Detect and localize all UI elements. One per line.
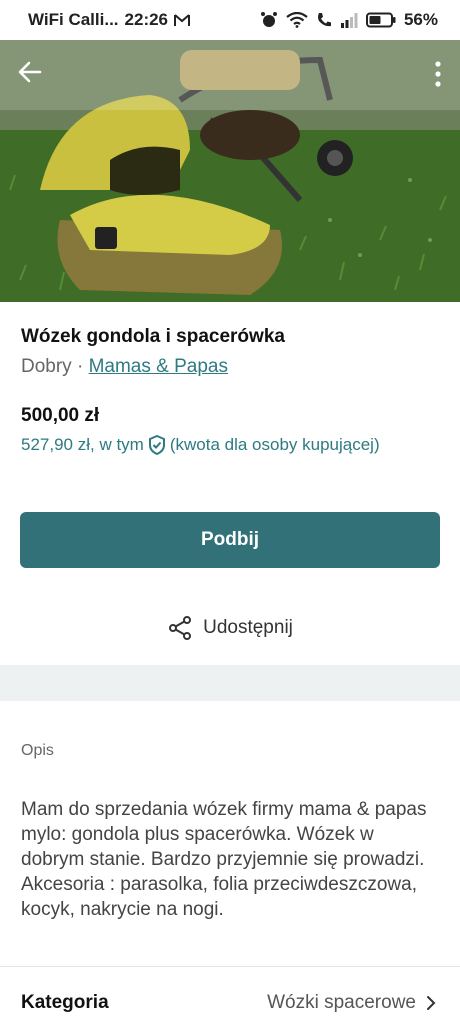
product-photo[interactable] [0, 40, 460, 302]
total-price-row[interactable]: 527,90 zł, w tym (kwota dla osoby kupują… [21, 435, 380, 455]
item-separator: · [76, 356, 84, 377]
shield-check-icon [148, 435, 165, 455]
battery-icon [365, 12, 396, 28]
more-vertical-icon[interactable] [434, 60, 442, 88]
total-price-note: (kwota dla osoby kupującej) [169, 435, 380, 454]
item-title: Wózek gondola i spacerówka [21, 326, 285, 347]
carrier-label: WiFi Calli... [28, 10, 119, 29]
item-price: 500,00 zł [21, 405, 100, 426]
status-bar-right: 56% [260, 10, 438, 30]
section-divider [0, 665, 460, 701]
category-value: Wózki spacerowe [267, 992, 416, 1013]
share-icon [169, 616, 192, 640]
back-arrow-icon[interactable] [16, 58, 44, 86]
item-subtitle: Dobry · Mamas & Papas [21, 356, 228, 378]
bump-button-label: Podbij [200, 529, 260, 550]
item-condition: Dobry [21, 356, 72, 377]
status-bar: WiFi Calli... 22:26 56% [0, 0, 460, 40]
category-label: Kategoria [21, 992, 109, 1013]
share-label: Udostępnij [203, 617, 293, 638]
category-row[interactable]: Wózki spacerowe [267, 992, 436, 1014]
wifi-icon [286, 12, 308, 28]
alarm-icon [260, 12, 277, 27]
battery-percent: 56% [403, 10, 438, 29]
gmail-icon [174, 13, 191, 26]
row-divider [0, 966, 460, 967]
share-button[interactable]: Udostępnij [0, 612, 460, 644]
status-bar-left: WiFi Calli... 22:26 [28, 10, 191, 30]
call-icon [317, 13, 331, 27]
signal-icon [340, 13, 358, 28]
photo-top-shade [0, 40, 460, 110]
description-text: Mam do sprzedania wózek firmy mama & pap… [21, 799, 427, 920]
chevron-right-icon [427, 996, 436, 1010]
description-label: Opis [21, 742, 54, 759]
total-price: 527,90 zł, w tym [21, 435, 144, 454]
brand-link[interactable]: Mamas & Papas [89, 356, 228, 377]
clock: 22:26 [124, 10, 169, 29]
bump-button[interactable]: Podbij [20, 512, 440, 568]
